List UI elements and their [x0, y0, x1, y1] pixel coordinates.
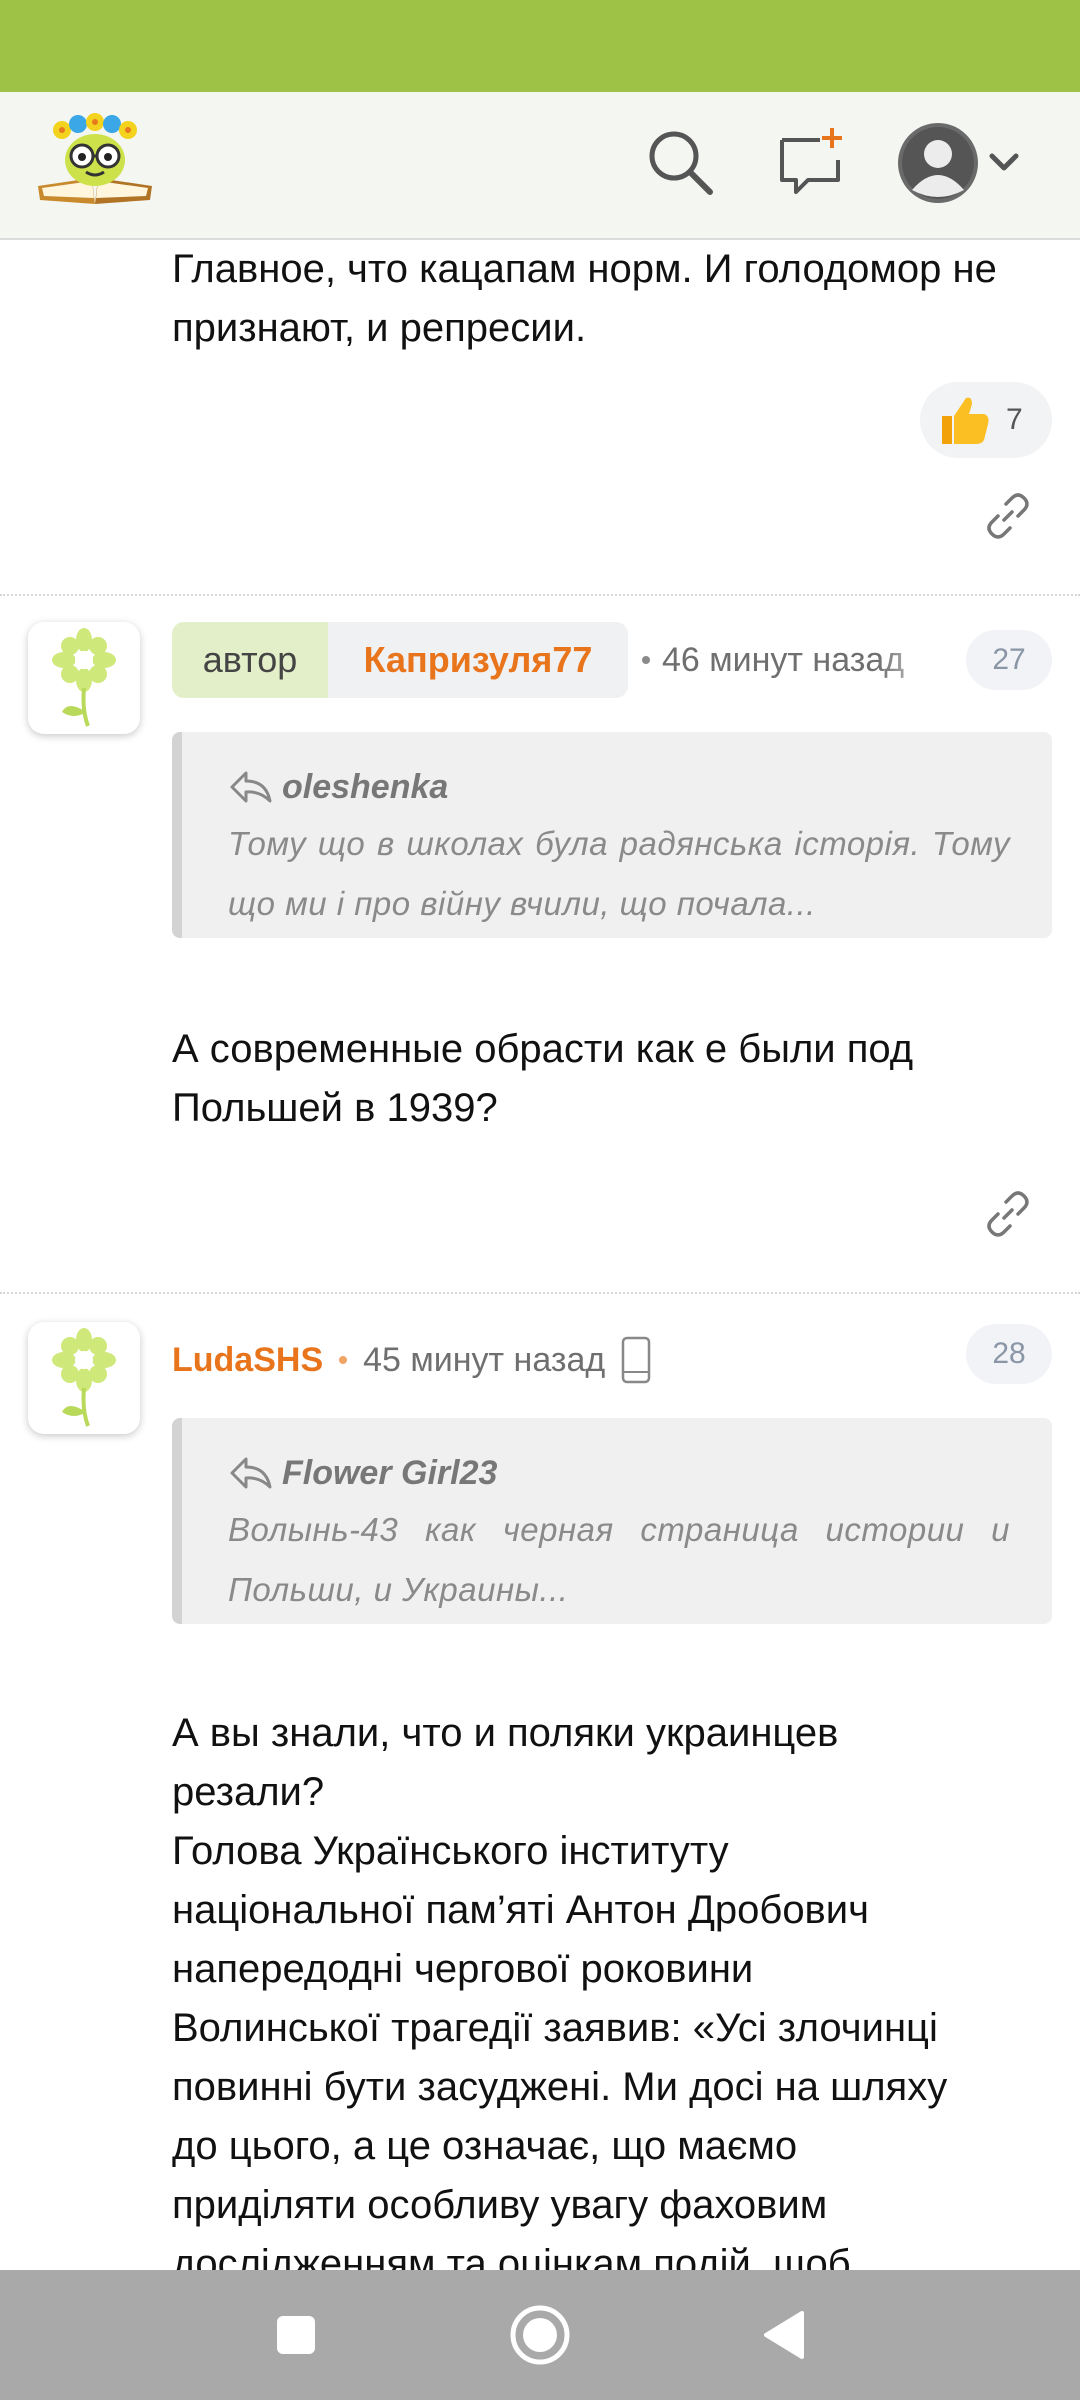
- reply-arrow-icon: [230, 1457, 272, 1489]
- like-button[interactable]: 7: [920, 382, 1052, 458]
- link-icon: [987, 493, 1029, 539]
- new-message-icon: [780, 128, 842, 194]
- quote-author-name: Flower Girl23: [282, 1453, 498, 1492]
- comments-feed: Главное, что кацапам норм. И голодомор н…: [0, 240, 1080, 2270]
- back-button[interactable]: [744, 2295, 824, 2375]
- reply-arrow-icon: [230, 771, 272, 803]
- comment-body-line: А вы знали, что и поляки украинцев: [172, 1711, 839, 1755]
- comment-username[interactable]: LudaSHS: [172, 1341, 323, 1380]
- comment-meta: LudaSHS 45 минут назад: [172, 1330, 653, 1390]
- flower-avatar-icon: [52, 1328, 116, 1427]
- comment-body-line: Волинської трагедії заявив: «Усі злочинц…: [172, 2006, 938, 2050]
- comment-body-line: Голова Українського інституту: [172, 1829, 729, 1873]
- comment-body: А вы знали, что и поляки украинцев резал…: [172, 1704, 1052, 2270]
- separator-dot: [339, 1356, 348, 1364]
- status-bar: [0, 0, 1080, 92]
- comment-body-line: повинні бути засуджені. Ми досі на шляху: [172, 2065, 948, 2109]
- reply-quote[interactable]: oleshenka Тому що в школах була радянськ…: [172, 732, 1052, 938]
- home-circle-icon: [510, 2305, 570, 2365]
- search-icon: [649, 131, 713, 195]
- comment-meta: 46 минут назад: [634, 622, 948, 698]
- flower-avatar-icon: [52, 628, 116, 727]
- like-count: 7: [1006, 403, 1023, 436]
- profile-menu-button[interactable]: [896, 120, 1026, 206]
- comment-link-button[interactable]: [980, 488, 1036, 544]
- comment-body-line: національної пам’яті Антон Дробович: [172, 1888, 869, 1932]
- link-icon: [987, 1191, 1029, 1237]
- comment-number[interactable]: 27: [966, 630, 1052, 690]
- comment-body-line: резали?: [172, 1770, 325, 1814]
- quote-author: oleshenka: [228, 760, 1010, 814]
- separator-dot: [642, 656, 650, 664]
- square-icon: [277, 2316, 315, 2354]
- comment-divider: [0, 594, 1080, 596]
- comment-body: Главное, что кацапам норм. И голодомор н…: [172, 247, 997, 350]
- back-triangle-icon: [764, 2311, 804, 2359]
- thumbs-up-icon: [942, 397, 989, 444]
- avatar-icon: [898, 123, 978, 203]
- reply-quote[interactable]: Flower Girl23 Волынь-43 как черная стран…: [172, 1418, 1052, 1624]
- mobile-icon: [621, 1336, 651, 1384]
- avatar[interactable]: [28, 1322, 140, 1434]
- comment-time: 46 минут назад: [662, 640, 905, 679]
- new-message-button[interactable]: [772, 122, 852, 202]
- comment-time: 45 минут назад: [363, 1340, 606, 1379]
- comment-body-line: дослідженням та оцінкам подій, щоб: [172, 2242, 851, 2270]
- chevron-down-icon: [989, 153, 1019, 171]
- site-logo[interactable]: [32, 108, 158, 212]
- avatar[interactable]: [28, 622, 140, 734]
- search-button[interactable]: [640, 122, 720, 202]
- app-header: [0, 92, 1080, 240]
- comment-number[interactable]: 28: [966, 1324, 1052, 1384]
- home-button[interactable]: [500, 2295, 580, 2375]
- quote-text: Волынь-43 как черная страница истории и …: [228, 1511, 1010, 1608]
- comment-body: А современные обрасти как е были под Пол…: [172, 1027, 914, 1130]
- quote-author-name: oleshenka: [282, 767, 449, 806]
- comment-body-line: приділяти особливу увагу фаховим: [172, 2183, 828, 2227]
- comment-divider: [0, 1292, 1080, 1294]
- comment-body-line: до цього, а це означає, що маємо: [172, 2124, 798, 2168]
- comment-body-line: напередодні чергової роковини: [172, 1947, 754, 1991]
- comment-username[interactable]: Капризуля77: [328, 622, 628, 698]
- recent-apps-button[interactable]: [256, 2295, 336, 2375]
- comment-link-button[interactable]: [980, 1186, 1036, 1242]
- quote-text: Тому що в школах була радянська історія.…: [228, 825, 1010, 922]
- comment-time-wrap: 46 минут назад: [662, 640, 948, 680]
- author-badge: автор: [172, 622, 328, 698]
- system-nav-bar: [0, 2270, 1080, 2400]
- quote-author: Flower Girl23: [228, 1446, 1010, 1500]
